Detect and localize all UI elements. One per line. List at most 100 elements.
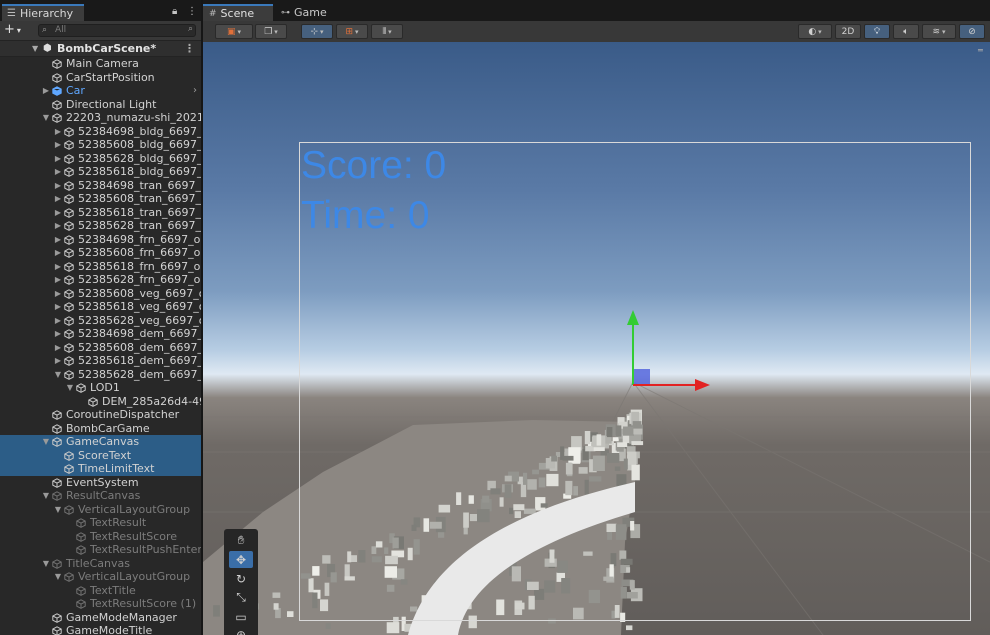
- hierarchy-item[interactable]: ▶ 52384698_tran_6697_op: [0, 179, 201, 193]
- collapse-arrow-icon[interactable]: ▶: [54, 341, 62, 355]
- rect-tool-icon[interactable]: ▭: [229, 608, 253, 625]
- hierarchy-item[interactable]: ▼ TitleCanvas: [0, 557, 201, 571]
- collapse-arrow-icon[interactable]: ▶: [54, 246, 62, 260]
- hierarchy-item[interactable]: DEM_285a26d4-49: [0, 395, 201, 409]
- expand-arrow-icon[interactable]: ▼: [54, 503, 62, 517]
- expand-arrow-icon[interactable]: ▼: [42, 557, 50, 571]
- transform-tool-icon[interactable]: ⊕: [229, 626, 253, 635]
- scene-menu-icon[interactable]: ⋮: [184, 42, 195, 55]
- collapse-arrow-icon[interactable]: ▶: [54, 179, 62, 193]
- shading-dropdown[interactable]: ◐ ▾: [798, 24, 832, 39]
- hierarchy-item[interactable]: ▶ 52385618_bldg_6697_op: [0, 165, 201, 179]
- hierarchy-item[interactable]: TextResultScore (1): [0, 597, 201, 611]
- lock-icon[interactable]: 🔒︎: [172, 6, 177, 17]
- render-mode-dropdown[interactable]: ❒ ▾: [255, 24, 287, 39]
- hierarchy-item[interactable]: GameModeTitle: [0, 624, 201, 635]
- hierarchy-item[interactable]: TextResultPushEnter: [0, 543, 201, 557]
- audio-toggle[interactable]: 🔈︎: [893, 24, 919, 39]
- collapse-arrow-icon[interactable]: ▶: [54, 314, 62, 328]
- move-snap-toggle[interactable]: ⊹ ▾: [301, 24, 333, 39]
- hierarchy-search-input[interactable]: ⌕ All ⌕: [38, 24, 196, 37]
- hierarchy-item[interactable]: EventSystem: [0, 476, 201, 490]
- add-object-button[interactable]: + ▾: [4, 22, 21, 37]
- collapse-arrow-icon[interactable]: ▶: [54, 273, 62, 287]
- collapse-arrow-icon[interactable]: ▶: [54, 165, 62, 179]
- hierarchy-item[interactable]: ▶ 52384698_bldg_6697_op: [0, 125, 201, 139]
- expand-arrow-icon[interactable]: ▼: [42, 111, 50, 125]
- overlay-menu-icon[interactable]: ═: [978, 46, 988, 56]
- expand-arrow-icon[interactable]: ▼: [54, 570, 62, 584]
- prefab-open-icon[interactable]: ›: [193, 84, 197, 98]
- collapse-arrow-icon[interactable]: ▶: [54, 354, 62, 368]
- collapse-arrow-icon[interactable]: ▶: [54, 192, 62, 206]
- collapse-arrow-icon[interactable]: ▶: [54, 327, 62, 341]
- scale-tool-icon[interactable]: ⤡: [229, 589, 253, 606]
- draw-mode-dropdown[interactable]: ▣ ▾: [215, 24, 253, 39]
- hierarchy-item[interactable]: ▶ 52385608_veg_6697_op.: [0, 287, 201, 301]
- hierarchy-item[interactable]: ▶ 52385608_dem_6697_op: [0, 341, 201, 355]
- hierarchy-item[interactable]: ▶ 52385608_bldg_6697_op: [0, 138, 201, 152]
- hierarchy-item[interactable]: ▶ 52385628_veg_6697_op.: [0, 314, 201, 328]
- hierarchy-item[interactable]: ▶ 52385618_veg_6697_op.: [0, 300, 201, 314]
- hierarchy-item[interactable]: ▶ 52385618_frn_6697_op.g: [0, 260, 201, 274]
- search-filter-icon[interactable]: ⌕: [188, 24, 193, 35]
- expand-arrow-icon[interactable]: ▼: [66, 381, 74, 395]
- hierarchy-item[interactable]: ▶ 52385608_frn_6697_op.g: [0, 246, 201, 260]
- increment-snap-dropdown[interactable]: ⫴ ▾: [371, 24, 403, 39]
- hierarchy-item[interactable]: ▶ 52385608_tran_6697_op: [0, 192, 201, 206]
- hierarchy-item[interactable]: ▶ 52385628_bldg_6697_op: [0, 152, 201, 166]
- hierarchy-item[interactable]: TextTitle: [0, 584, 201, 598]
- expand-arrow-icon[interactable]: ▼: [32, 44, 38, 53]
- tab-scene[interactable]: # Scene: [203, 4, 273, 21]
- hand-tool-icon[interactable]: ✋︎: [229, 532, 253, 549]
- collapse-arrow-icon[interactable]: ▶: [54, 152, 62, 166]
- hierarchy-item[interactable]: ▶ 52385618_tran_6697_op: [0, 206, 201, 220]
- rotate-tool-icon[interactable]: ↻: [229, 570, 253, 587]
- collapse-arrow-icon[interactable]: ▶: [54, 219, 62, 233]
- hierarchy-item[interactable]: ▶ 52384698_dem_6697_op: [0, 327, 201, 341]
- hierarchy-item[interactable]: TextResult: [0, 516, 201, 530]
- hierarchy-item[interactable]: ▶ Car ›: [0, 84, 201, 98]
- collapse-arrow-icon[interactable]: ▶: [54, 138, 62, 152]
- hierarchy-item[interactable]: ▼ VerticalLayoutGroup: [0, 503, 201, 517]
- hierarchy-item[interactable]: ▼ 22203_numazu-shi_2021_c: [0, 111, 201, 125]
- collapse-arrow-icon[interactable]: ▶: [42, 84, 50, 98]
- grid-snap-dropdown[interactable]: ⊞ ▾: [336, 24, 368, 39]
- hierarchy-item[interactable]: ▶ 52385618_dem_6697_op: [0, 354, 201, 368]
- scene-root-row[interactable]: ▼ ⬢ BombCarScene* ⋮: [0, 41, 201, 57]
- expand-arrow-icon[interactable]: ▼: [42, 489, 50, 503]
- hierarchy-item[interactable]: ▼ LOD1: [0, 381, 201, 395]
- effects-dropdown[interactable]: ≋ ▾: [922, 24, 956, 39]
- hierarchy-item[interactable]: TimeLimitText: [0, 462, 201, 476]
- hierarchy-item[interactable]: ▼ ResultCanvas: [0, 489, 201, 503]
- expand-arrow-icon[interactable]: ▼: [42, 435, 50, 449]
- collapse-arrow-icon[interactable]: ▶: [54, 287, 62, 301]
- hierarchy-item[interactable]: ▼ VerticalLayoutGroup: [0, 570, 201, 584]
- hierarchy-item[interactable]: ▶ 52385628_tran_6697_op: [0, 219, 201, 233]
- collapse-arrow-icon[interactable]: ▶: [54, 233, 62, 247]
- hierarchy-item[interactable]: CoroutineDispatcher: [0, 408, 201, 422]
- hierarchy-item[interactable]: TextResultScore: [0, 530, 201, 544]
- tab-hierarchy[interactable]: ☰ Hierarchy: [2, 4, 84, 21]
- hierarchy-item[interactable]: GameModeManager: [0, 611, 201, 625]
- tab-game[interactable]: ⊶ Game: [275, 4, 345, 21]
- hierarchy-item[interactable]: BombCarGame: [0, 422, 201, 436]
- collapse-arrow-icon[interactable]: ▶: [54, 260, 62, 274]
- hierarchy-item[interactable]: CarStartPosition: [0, 71, 201, 85]
- collapse-arrow-icon[interactable]: ▶: [54, 300, 62, 314]
- move-tool-icon[interactable]: ✥: [229, 551, 253, 568]
- hierarchy-item[interactable]: ScoreText: [0, 448, 201, 462]
- hierarchy-item[interactable]: ▼ GameCanvas: [0, 435, 201, 449]
- hierarchy-item[interactable]: Directional Light: [0, 98, 201, 112]
- hierarchy-item[interactable]: ▶ 52385628_frn_6697_op.g: [0, 273, 201, 287]
- scene-visibility-toggle[interactable]: ⊘: [959, 24, 985, 39]
- collapse-arrow-icon[interactable]: ▶: [54, 206, 62, 220]
- hierarchy-item[interactable]: Main Camera: [0, 57, 201, 71]
- hierarchy-item[interactable]: ▼ 52385628_dem_6697_op: [0, 368, 201, 382]
- kebab-menu-icon[interactable]: ⋮: [187, 6, 197, 17]
- expand-arrow-icon[interactable]: ▼: [54, 368, 62, 382]
- hierarchy-item[interactable]: ▶ 52384698_frn_6697_op.g: [0, 233, 201, 247]
- 2d-mode-button[interactable]: 2D: [835, 24, 861, 39]
- score-text[interactable]: Score: 0: [301, 144, 446, 188]
- lighting-toggle[interactable]: 💡︎: [864, 24, 890, 39]
